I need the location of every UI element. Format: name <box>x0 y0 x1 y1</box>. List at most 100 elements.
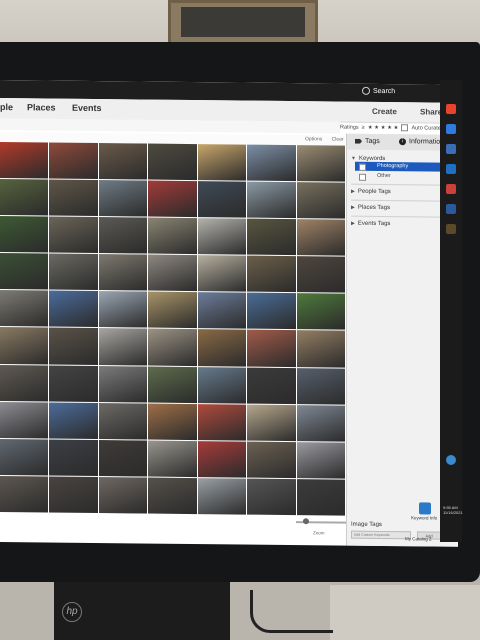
photo-thumbnail[interactable] <box>98 143 148 180</box>
edge-icon[interactable] <box>446 124 456 134</box>
photo-thumbnail[interactable] <box>98 439 148 477</box>
photo-thumbnail[interactable] <box>49 290 98 328</box>
photo-thumbnail[interactable] <box>98 365 148 403</box>
photo-thumbnail[interactable] <box>49 402 98 439</box>
photo-thumbnail[interactable] <box>98 328 148 366</box>
photo-thumbnail[interactable] <box>0 142 49 179</box>
photo-thumbnail[interactable] <box>49 142 98 180</box>
store-icon[interactable] <box>446 144 456 154</box>
photo-thumbnail[interactable] <box>197 403 247 441</box>
photo-thumbnail[interactable] <box>148 291 197 329</box>
photo-thumbnail[interactable] <box>49 439 98 476</box>
photo-thumbnail[interactable] <box>247 144 296 182</box>
photo-thumbnail[interactable] <box>0 438 49 476</box>
nav-people[interactable]: ple <box>0 102 13 112</box>
photo-thumbnail[interactable] <box>148 329 197 366</box>
photo-thumbnail[interactable] <box>247 330 296 367</box>
photo-thumbnail[interactable] <box>197 329 247 367</box>
photo-thumbnail[interactable] <box>197 440 247 478</box>
photo-thumbnail[interactable] <box>247 181 296 219</box>
image-tags-input[interactable] <box>351 530 411 540</box>
photo-thumbnail[interactable] <box>197 218 247 255</box>
photo-thumbnail[interactable] <box>247 404 296 441</box>
events-tags-section[interactable]: ▶ Events Tags <box>351 221 390 227</box>
nav-places[interactable]: Places <box>27 102 56 112</box>
photo-thumbnail[interactable] <box>49 179 98 217</box>
keyword-other-label[interactable]: Other <box>377 173 391 179</box>
photo-thumbnail[interactable] <box>296 441 345 479</box>
photo-thumbnail[interactable] <box>197 292 247 330</box>
photo-thumbnail[interactable] <box>148 477 197 515</box>
taskbar-app-icon[interactable] <box>446 104 456 114</box>
photo-thumbnail[interactable] <box>49 365 98 402</box>
photo-thumbnail[interactable] <box>98 291 148 329</box>
tab-tags[interactable]: Tags <box>355 138 380 145</box>
photo-thumbnail[interactable] <box>148 403 197 440</box>
photo-thumbnail[interactable] <box>98 254 148 291</box>
chrome-icon[interactable] <box>446 184 456 194</box>
photo-thumbnail[interactable] <box>296 293 345 331</box>
options-button[interactable]: Options <box>305 136 322 142</box>
photo-thumbnail[interactable] <box>296 219 345 256</box>
photo-thumbnail[interactable] <box>0 179 49 216</box>
photo-thumbnail[interactable] <box>0 364 49 402</box>
notification-icon[interactable] <box>446 455 456 465</box>
photo-thumbnail[interactable] <box>0 327 49 365</box>
photo-thumbnail[interactable] <box>98 180 148 217</box>
photo-thumbnail[interactable] <box>98 476 148 514</box>
search-button[interactable]: Search <box>362 86 395 95</box>
photo-thumbnail[interactable] <box>197 144 247 181</box>
share-button[interactable]: Share <box>420 107 442 116</box>
rating-stars[interactable]: ★ ★ ★ ★ ★ <box>368 124 399 130</box>
photo-thumbnail[interactable] <box>0 475 49 513</box>
mail-icon[interactable] <box>446 164 456 174</box>
photo-thumbnail[interactable] <box>296 367 345 405</box>
photo-thumbnail[interactable] <box>49 216 98 254</box>
photography-checkbox[interactable] <box>359 163 366 171</box>
photo-thumbnail[interactable] <box>148 440 197 477</box>
places-tags-section[interactable]: ▶ Places Tags <box>351 205 390 211</box>
photo-thumbnail[interactable] <box>296 404 345 442</box>
photo-thumbnail[interactable] <box>247 367 296 404</box>
photo-thumbnail[interactable] <box>247 441 296 478</box>
photo-thumbnail[interactable] <box>49 253 98 291</box>
photo-thumbnail[interactable] <box>148 366 197 403</box>
other-checkbox[interactable] <box>359 173 366 181</box>
photo-thumbnail[interactable] <box>296 478 345 516</box>
photo-thumbnail[interactable] <box>296 256 345 294</box>
photo-thumbnail[interactable] <box>148 143 197 181</box>
photo-thumbnail[interactable] <box>148 254 197 292</box>
photo-thumbnail[interactable] <box>247 255 296 293</box>
elements-icon[interactable] <box>446 224 456 234</box>
photo-thumbnail[interactable] <box>197 255 247 292</box>
photo-thumbnail[interactable] <box>247 478 296 516</box>
photoshop-icon[interactable] <box>446 204 456 214</box>
create-button[interactable]: Create <box>372 107 397 116</box>
photo-thumbnail[interactable] <box>0 253 49 290</box>
photo-thumbnail[interactable] <box>296 182 345 219</box>
photo-thumbnail[interactable] <box>148 180 197 218</box>
keyword-info-icon[interactable] <box>419 502 431 515</box>
zoom-slider-handle[interactable] <box>303 518 309 525</box>
photo-thumbnail[interactable] <box>49 328 98 365</box>
photo-thumbnail[interactable] <box>148 217 197 255</box>
photo-thumbnail[interactable] <box>296 145 345 182</box>
photo-thumbnail[interactable] <box>197 366 247 404</box>
photo-thumbnail[interactable] <box>247 292 296 330</box>
tab-information[interactable]: i Information <box>399 138 444 146</box>
ratings-filter[interactable]: Ratings ≥ ★ ★ ★ ★ ★ Auto Curate <box>340 124 441 132</box>
photo-thumbnail[interactable] <box>0 401 49 439</box>
photo-thumbnail[interactable] <box>197 477 247 515</box>
photo-thumbnail[interactable] <box>98 217 148 254</box>
photo-thumbnail[interactable] <box>247 218 296 256</box>
nav-events[interactable]: Events <box>72 103 102 113</box>
people-tags-section[interactable]: ▶ People Tags <box>351 189 391 195</box>
photo-thumbnail[interactable] <box>0 290 49 327</box>
auto-curate-checkbox[interactable] <box>401 124 409 132</box>
photo-thumbnail[interactable] <box>0 216 49 253</box>
photo-thumbnail[interactable] <box>197 181 247 218</box>
photo-thumbnail[interactable] <box>49 476 98 514</box>
photo-thumbnail[interactable] <box>296 330 345 368</box>
photo-thumbnail[interactable] <box>98 402 148 440</box>
clear-button[interactable]: Clear <box>332 136 344 142</box>
